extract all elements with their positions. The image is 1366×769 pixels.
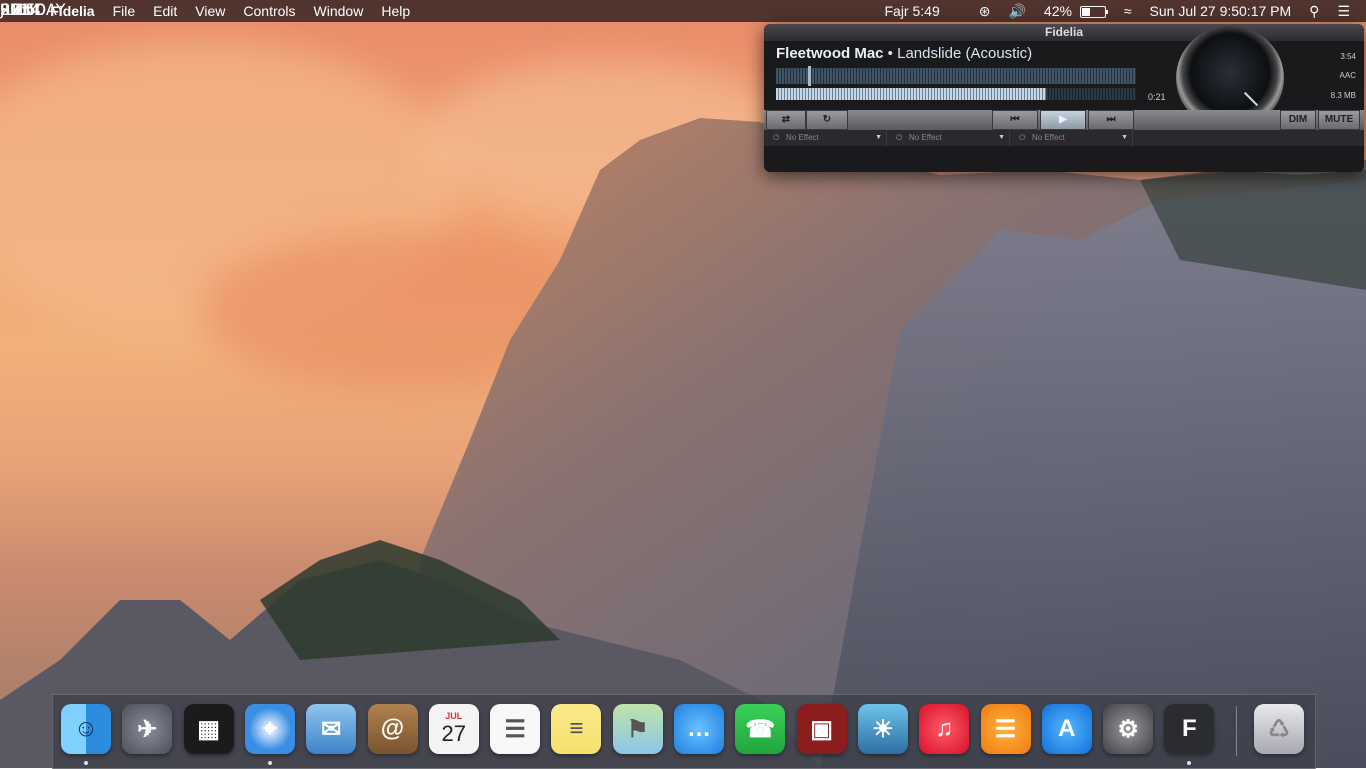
fidelia-icon[interactable]: F (1164, 704, 1215, 754)
now-playing: Fleetwood Mac • Landslide (Acoustic) (776, 45, 1032, 62)
calendar-month-label: JUL (445, 711, 463, 721)
calendar-icon[interactable]: JUL 27 (428, 704, 479, 754)
clock-ampm: PM (0, 0, 24, 19)
track-title: Landslide (Acoustic) (897, 45, 1033, 62)
wifi-icon[interactable]: ≈ (1115, 0, 1141, 22)
track-format: AAC (1339, 71, 1356, 80)
dim-button[interactable]: DIM (1280, 110, 1316, 130)
mute-button[interactable]: MUTE (1318, 110, 1360, 130)
effect-label: No Effect (1032, 133, 1065, 142)
shuffle-button[interactable]: ⇄ (766, 110, 806, 130)
mail-icon[interactable]: ✉ (306, 704, 357, 754)
effect-power-icon[interactable]: ⏻ (773, 130, 779, 146)
previous-button[interactable]: ⏮ (992, 110, 1038, 130)
track-duration: 3:54 (1340, 52, 1356, 61)
system-preferences-icon[interactable]: ⚙ (1103, 704, 1154, 754)
menu-edit[interactable]: Edit (144, 0, 186, 22)
volume-icon[interactable]: 🔊 (999, 0, 1034, 22)
trash-icon[interactable]: ♺ (1254, 704, 1304, 754)
menubar-clock[interactable]: Sun Jul 27 9:50:17 PM (1141, 0, 1301, 22)
battery-icon (1079, 6, 1108, 19)
track-separator: • (883, 45, 898, 62)
effects-bar: ⏻ No Effect ▼ ⏻ No Effect ▼ ⏻ No Effect ▼ (764, 130, 1364, 146)
waveform-scrubber[interactable] (776, 66, 1136, 86)
spotlight-search-icon[interactable]: ⚲ (1300, 0, 1328, 22)
messages-icon[interactable]: … (674, 704, 724, 754)
track-artist: Fleetwood Mac (776, 45, 884, 62)
facetime-icon[interactable]: ☎ (735, 704, 786, 754)
menu-controls[interactable]: Controls (234, 0, 304, 22)
ibooks-icon[interactable]: ☰ (980, 704, 1031, 754)
next-button[interactable]: ⏭ (1088, 110, 1134, 130)
volume-needle (1243, 91, 1259, 107)
play-button[interactable]: ▶ (1040, 110, 1086, 130)
menu-help[interactable]: Help (372, 0, 419, 22)
bluetooth-icon[interactable]: ⊛ (970, 0, 1000, 22)
effect-slot-1[interactable]: ⏻ No Effect ▼ (764, 130, 887, 146)
running-indicator (84, 761, 88, 765)
effect-slot-2[interactable]: ⏻ No Effect ▼ (887, 130, 1010, 146)
effect-label: No Effect (786, 133, 819, 142)
dropdown-caret-icon: ▼ (998, 134, 1005, 141)
dropdown-caret-icon: ▼ (1121, 134, 1128, 141)
menu-bar:  Fidelia File Edit View Controls Window… (0, 0, 1366, 22)
repeat-button[interactable]: ↻ (806, 110, 848, 130)
battery-percent: 42% (1043, 3, 1072, 19)
running-indicator (267, 761, 272, 765)
progress-fill (776, 88, 1046, 100)
mission-control-icon[interactable]: ▦ (183, 704, 234, 754)
effect-slot-3[interactable]: ⏻ No Effect ▼ (1010, 130, 1133, 146)
dock-separator (1236, 706, 1237, 756)
menu-window[interactable]: Window (305, 0, 373, 22)
progress-bar[interactable] (776, 88, 1136, 100)
menu-file[interactable]: File (104, 0, 145, 22)
iphoto-icon[interactable]: ☀ (857, 704, 908, 754)
track-size: 8.3 MB (1330, 91, 1356, 100)
photo-booth-icon[interactable]: ▣ (796, 704, 847, 754)
effect-label: No Effect (909, 133, 942, 142)
fidelia-player-window: Fidelia Fleetwood Mac • Landslide (Acous… (764, 24, 1364, 172)
reminders-icon[interactable]: ☰ (490, 704, 541, 754)
effect-power-icon[interactable]: ⏻ (1019, 130, 1025, 146)
prayer-time-status[interactable]: Fajr 5:49 (875, 0, 969, 22)
contacts-icon[interactable]: @ (367, 704, 418, 754)
playhead[interactable] (808, 66, 811, 86)
itunes-icon[interactable]: ♫ (919, 704, 970, 754)
finder-icon[interactable]: ☺ (61, 704, 111, 754)
notes-icon[interactable]: ≡ (551, 704, 602, 754)
effect-power-icon[interactable]: ⏻ (896, 130, 902, 146)
maps-icon[interactable]: ⚑ (612, 704, 663, 754)
elapsed-time: 0:21 (1148, 92, 1166, 102)
launchpad-icon[interactable]: ✈ (122, 704, 173, 754)
app-store-icon[interactable]: A (1041, 704, 1092, 754)
notification-center-icon[interactable]: ☰ (1328, 0, 1366, 22)
dropdown-caret-icon: ▼ (875, 134, 882, 141)
menu-view[interactable]: View (186, 0, 234, 22)
window-title[interactable]: Fidelia (764, 24, 1364, 41)
battery-status[interactable]: 42% (1035, 0, 1115, 22)
calendar-day-label: 27 (441, 721, 467, 746)
safari-icon[interactable]: ⌖ (244, 704, 295, 754)
